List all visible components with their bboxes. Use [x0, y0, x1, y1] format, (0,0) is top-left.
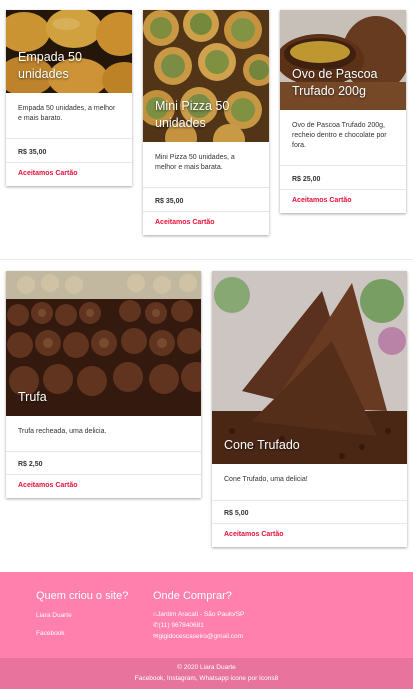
card-divider — [212, 523, 407, 524]
card-description: Empada 50 unidades, a melhor e mais bara… — [18, 105, 116, 122]
footer-where-title: Onde Comprar? — [153, 590, 232, 602]
site-footer: Quem criou o site? Liara Duarte Facebook… — [0, 572, 413, 689]
footer-phone-text: (11) 967840681 — [158, 622, 204, 629]
card-price: R$ 35,00 — [18, 149, 47, 156]
product-card-ovo-pascoa: Ovo de Pascoa Trufado 200g Ovo de Pascoa… — [280, 10, 406, 213]
card-divider — [6, 138, 132, 139]
product-card-mini-pizza: Mini Pizza 50 unidades Mini Pizza 50 uni… — [143, 10, 269, 235]
product-card-trufa: Trufa Trufa recheada, uma delicia. R$ 2,… — [6, 271, 201, 498]
card-divider — [143, 211, 269, 212]
card-payment-link[interactable]: Aceitamos Cartão — [224, 531, 284, 538]
card-title: Cone Trufado — [224, 438, 300, 452]
card-description: Trufa recheada, uma delicia. — [18, 428, 107, 435]
footer-email-text[interactable]: gigidocescaseiro@gmail.com — [158, 633, 243, 640]
truffles-photo: Trufa — [6, 271, 201, 416]
card-divider — [280, 189, 406, 190]
card-divider — [6, 474, 201, 475]
footer-address-text: Jardim Aracati - São Paulo/SP — [156, 611, 245, 618]
product-card-cone-trufado: Cone Trufado Cone Trufado, uma delicia! … — [212, 271, 407, 547]
card-payment-link[interactable]: Aceitamos Cartão — [292, 197, 352, 204]
card-payment-link[interactable]: Aceitamos Cartão — [155, 219, 215, 226]
footer-facebook-link[interactable]: Facebook — [36, 628, 65, 639]
cone-trufado-photo: Cone Trufado — [212, 271, 407, 464]
card-title: Empada 50 unidades — [18, 50, 82, 81]
card-divider — [6, 451, 201, 452]
footer-email: ✉gigidocescaseiro@gmail.com — [153, 631, 243, 642]
mini-pizza-photo: Mini Pizza 50 unidades — [143, 10, 269, 142]
card-description: Cone Trufado, uma delicia! — [224, 476, 308, 483]
card-price: R$ 2,50 — [18, 461, 43, 468]
product-card-empada: Empada 50 unidades Empada 50 unidades, a… — [6, 10, 132, 186]
card-price: R$ 5,00 — [224, 510, 249, 517]
card-title: Ovo de Pascoa Trufado 200g — [292, 67, 378, 98]
cone-trufado-image — [212, 271, 407, 464]
card-price: R$ 35,00 — [155, 198, 184, 205]
footer-copyright: © 2020 Liara Duarte — [177, 664, 236, 671]
card-price: R$ 25,00 — [292, 176, 321, 183]
card-title: Trufa — [18, 390, 47, 404]
footer-bottom-bar: © 2020 Liara Duarte Facebook, Instagram,… — [0, 658, 413, 689]
footer-phone: ✆(11) 967840681 — [153, 620, 204, 631]
card-divider — [280, 165, 406, 166]
empada-photo: Empada 50 unidades — [6, 10, 132, 93]
footer-credits[interactable]: Facebook, Instagram, Whatsapp icone por … — [0, 675, 413, 682]
card-description: Ovo de Pascoa Trufado 200g, recheio dent… — [292, 122, 387, 149]
card-divider — [212, 500, 407, 501]
footer-address: ⌂Jardim Aracati - São Paulo/SP — [153, 609, 244, 620]
footer-who-title: Quem criou o site? — [36, 590, 129, 602]
card-payment-link[interactable]: Aceitamos Cartão — [18, 170, 78, 177]
card-divider — [6, 162, 132, 163]
card-divider — [143, 187, 269, 188]
section-divider — [0, 259, 413, 260]
card-description: Mini Pizza 50 unidades, a melhor e mais … — [155, 154, 235, 171]
footer-author-link[interactable]: Liara Duarte — [36, 610, 72, 621]
card-title: Mini Pizza 50 unidades — [155, 99, 230, 130]
card-payment-link[interactable]: Aceitamos Cartão — [18, 482, 78, 489]
easter-egg-photo: Ovo de Pascoa Trufado 200g — [280, 10, 406, 110]
